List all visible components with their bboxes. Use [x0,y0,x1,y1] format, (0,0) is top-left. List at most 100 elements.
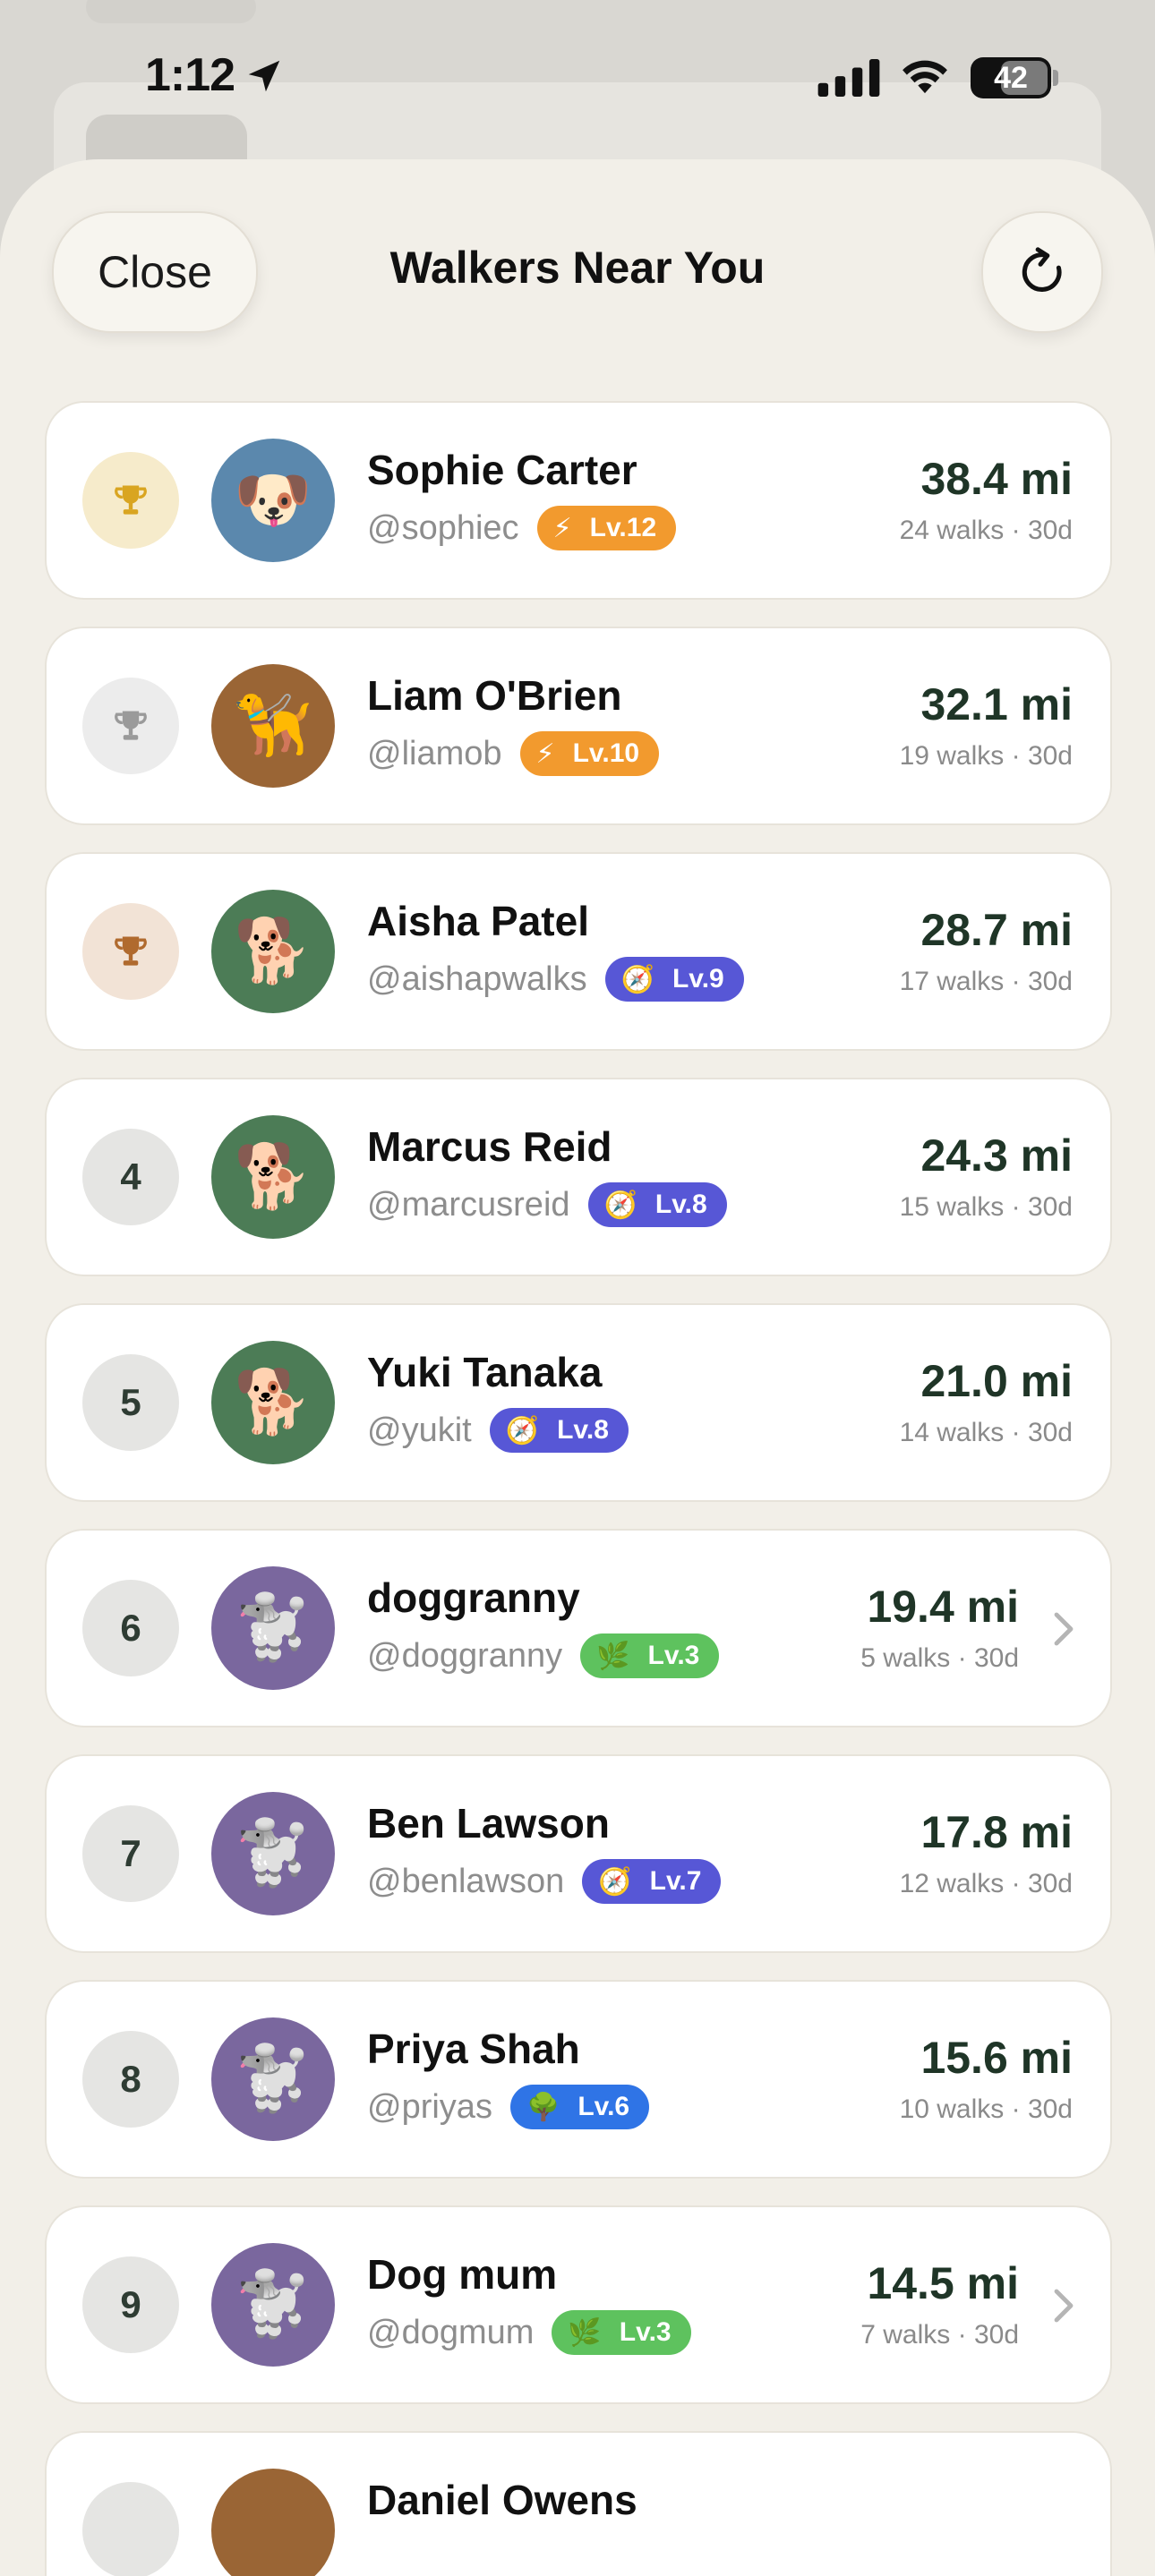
dog-avatar-icon: 🐶 [234,465,312,534]
walker-row[interactable]: 6 🐩 doggranny @doggranny 🌿 Lv.3 19.4 mi 5 walks… [45,1529,1112,1727]
walker-row[interactable]: 8 🐩 Priya Shah @priyas 🌳 Lv.6 15.6 mi 10 walks … [45,1980,1112,2179]
walker-row[interactable]: 9 🐩 Dog mum @dogmum 🌿 Lv.3 14.5 mi 7 walks · 30… [45,2205,1112,2404]
walker-row[interactable]: 5 🐕 Yuki Tanaka @yukit 🧭 Lv.8 21.0 mi 14 walks … [45,1303,1112,1502]
walker-handle-line: @benlawson 🧭 Lv.7 [367,1858,722,1905]
dog-avatar-icon: 🐕 [234,1141,312,1211]
walker-handle: @aishapwalks [367,960,587,998]
status-time: 1:12 [145,49,235,101]
walker-handle-line: @liamob ⚡ Lv.10 [367,730,660,777]
walker-stats: 17 walks · 30d [899,967,1073,996]
battery-nub [1053,70,1058,86]
cellular-signal-icon [817,59,880,97]
compass-icon: 🧭 [505,1415,540,1446]
walker-row[interactable]: 🐶 Sophie Carter @sophiec ⚡ Lv.12 38.4 mi 24 wa… [45,401,1112,600]
level-label: Lv.3 [619,2317,672,2347]
walker-handle-line: @dogmum 🌿 Lv.3 [367,2309,691,2356]
rank-badge [82,678,179,774]
walker-name: Ben Lawson [367,1800,610,1847]
walker-distance: 32.1 mi [920,679,1073,729]
compass-icon: 🧭 [603,1190,637,1220]
level-badge: 🌿 Lv.3 [552,2310,691,2355]
walker-handle: @liamob [367,734,502,772]
walker-avatar: 🦮 [211,664,335,788]
walker-handle: @priyas [367,2087,492,2126]
walker-row[interactable]: 4 🐕 Marcus Reid @marcusreid 🧭 Lv.8 24.3 mi 15 w… [45,1078,1112,1276]
walker-name: Daniel Owens [367,2477,637,2523]
lightning-icon: ⚡ [535,738,555,769]
battery-level: 42 [994,61,1028,95]
walker-distance: 24.3 mi [920,1130,1073,1181]
walker-name: Aisha Patel [367,898,589,944]
chevron-right-icon[interactable] [1053,1611,1074,1647]
dog-avatar-icon: 🐕 [234,1367,312,1437]
walker-stats: 19 walks · 30d [899,741,1073,771]
dog-avatar-icon: 🐕 [234,916,312,985]
walker-stats: 24 walks · 30d [899,516,1073,545]
walker-avatar: 🐕 [211,1115,335,1239]
dog-avatar-icon: 🐩 [234,2043,312,2113]
level-badge: 🧭 Lv.8 [587,1182,727,1227]
status-bar: 1:12 42 [0,0,1155,152]
walker-stats: 5 walks · 30d [860,1643,1019,1673]
level-label: Lv.10 [572,738,640,768]
walker-name: Liam O'Brien [367,672,622,719]
chevron-right-icon[interactable] [1053,2288,1074,2324]
level-badge: 🌿 Lv.3 [580,1633,720,1678]
walker-handle: @yukit [367,1411,472,1449]
walker-avatar: 🐕 [211,890,335,1013]
rank-badge [82,903,179,1000]
walker-avatar: 🐕 [211,1341,335,1464]
level-badge: 🧭 Lv.9 [604,957,744,1002]
walker-distance: 21.0 mi [920,1356,1073,1406]
rank-badge: 7 [82,1805,179,1902]
walker-handle: @doggranny [367,1636,563,1675]
trophy-gold-icon [115,485,147,515]
compass-icon: 🧭 [598,1866,632,1897]
walker-name: doggranny [367,1574,580,1621]
walker-stats: 12 walks · 30d [899,1869,1073,1898]
walker-avatar [211,2469,335,2576]
walker-stats: 14 walks · 30d [899,1418,1073,1447]
walker-distance: 19.4 mi [867,1582,1019,1632]
rank-badge [82,452,179,549]
walker-handle: @sophiec [367,508,519,547]
walker-handle-line: @aishapwalks 🧭 Lv.9 [367,956,744,1002]
level-label: Lv.8 [654,1190,707,1219]
walker-row[interactable]: 🦮 Liam O'Brien @liamob ⚡ Lv.10 32.1 mi 19 walk… [45,627,1112,825]
dog-avatar-icon: 🐩 [234,1818,312,1888]
walker-distance: 38.4 mi [920,454,1073,504]
level-badge: 🌳 Lv.6 [509,2085,650,2129]
dog-avatar-icon: 🐩 [234,1592,312,1662]
refresh-button[interactable] [981,211,1103,333]
walker-avatar: 🐩 [211,2017,335,2141]
walker-name: Yuki Tanaka [367,1349,603,1395]
walker-handle-line: @marcusreid 🧭 Lv.8 [367,1181,727,1228]
walker-avatar: 🐶 [211,439,335,562]
rank-badge: 8 [82,2031,179,2128]
lightning-icon: ⚡ [552,513,572,543]
rank-badge: 6 [82,1580,179,1676]
level-label: Lv.12 [589,513,657,542]
dog-avatar-icon: 🦮 [234,690,312,760]
level-label: Lv.8 [557,1415,609,1445]
level-badge: 🧭 Lv.7 [582,1859,722,1904]
rank-badge [82,2482,179,2576]
walker-row[interactable]: Daniel Owens [45,2431,1112,2576]
walker-handle: @benlawson [367,1862,565,1900]
rank-badge: 5 [82,1354,179,1451]
walker-avatar: 🐩 [211,1792,335,1915]
walker-row[interactable]: 🐕 Aisha Patel @aishapwalks 🧭 Lv.9 28.7 mi 17 w… [45,852,1112,1051]
location-arrow-icon [248,60,280,92]
walker-handle: @marcusreid [367,1185,570,1224]
refresh-icon [1022,247,1062,292]
herb-icon: 🌿 [568,2317,602,2348]
dog-avatar-icon: 🐩 [234,2269,312,2339]
walker-row[interactable]: 7 🐩 Ben Lawson @benlawson 🧭 Lv.7 17.8 mi 12 wal… [45,1754,1112,1953]
walker-name: Marcus Reid [367,1123,612,1170]
compass-icon: 🧭 [620,964,654,994]
walker-stats: 10 walks · 30d [899,2094,1073,2124]
wifi-icon [903,60,947,94]
rank-badge: 4 [82,1129,179,1225]
walker-handle-line: @doggranny 🌿 Lv.3 [367,1633,720,1679]
level-label: Lv.3 [647,1641,700,1670]
